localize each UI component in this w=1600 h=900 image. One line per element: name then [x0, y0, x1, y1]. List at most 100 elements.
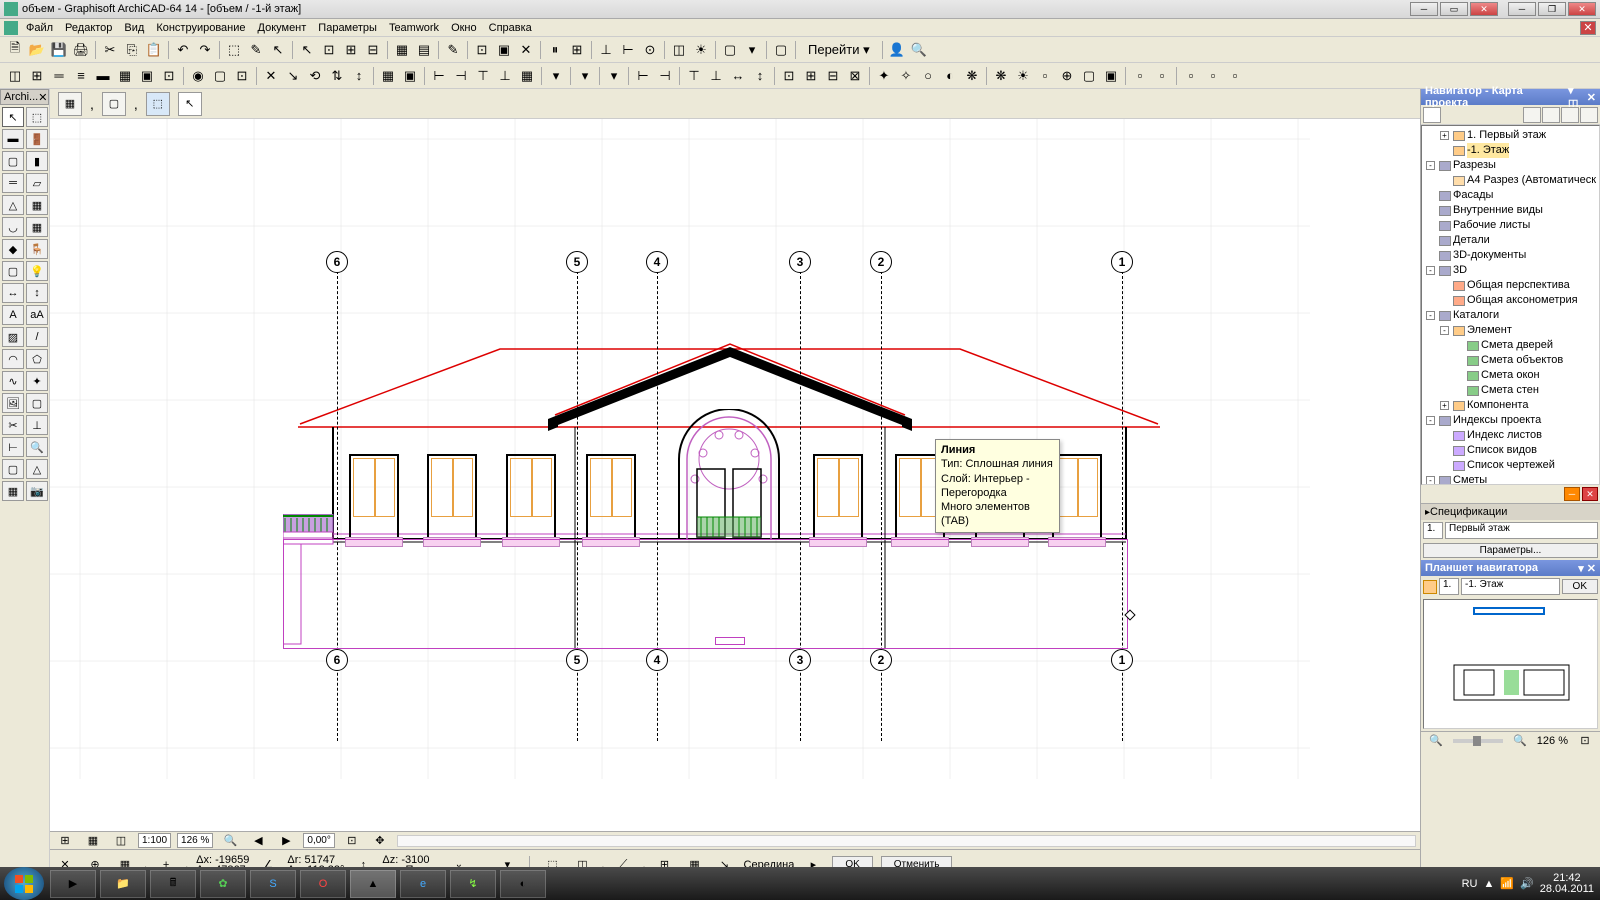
tool-text[interactable]: A — [2, 305, 24, 325]
clock-time[interactable]: 21:42 — [1540, 873, 1594, 884]
tool-spline[interactable]: ∿ — [2, 371, 24, 391]
tool-mesh[interactable]: ▦ — [26, 195, 48, 215]
tool-marquee[interactable]: ⬚ — [26, 107, 48, 127]
grid-icon[interactable]: ▦ — [391, 39, 413, 61]
t44-icon[interactable]: ▫ — [1034, 65, 1056, 87]
paste-icon[interactable]: 📋 — [143, 39, 165, 61]
t40-icon[interactable]: ◐ — [939, 65, 961, 87]
t47-icon[interactable]: ▣ — [1100, 65, 1122, 87]
t5-icon[interactable]: ▬ — [92, 65, 114, 87]
spec-params-button[interactable]: Параметры... — [1423, 543, 1598, 558]
goto-icon[interactable]: Перейти ▾ — [799, 39, 879, 61]
task-app1[interactable]: ↯ — [450, 870, 496, 898]
task-ie[interactable]: e — [400, 870, 446, 898]
snap1-icon[interactable]: ⊡ — [318, 39, 340, 61]
t27-icon[interactable]: ⊢ — [632, 65, 654, 87]
tool-detail[interactable]: 🔍 — [26, 437, 48, 457]
t38-icon[interactable]: ✧ — [895, 65, 917, 87]
tree-item[interactable]: Список видов — [1424, 443, 1597, 458]
tool-beam[interactable]: ═ — [2, 173, 24, 193]
render-icon[interactable]: ☀ — [690, 39, 712, 61]
system-tray[interactable]: RU ▲ 📶 🔊 21:42 28.04.2011 — [1456, 873, 1600, 895]
close-button[interactable]: ✕ — [1470, 2, 1498, 16]
tree-item[interactable]: + 1. Первый этаж — [1424, 128, 1597, 143]
mdi-restore-button[interactable]: ❐ — [1538, 2, 1566, 16]
tool-level[interactable]: ↕ — [26, 283, 48, 303]
tool-object[interactable]: 🪑 — [26, 239, 48, 259]
t45-icon[interactable]: ⊕ — [1056, 65, 1078, 87]
scale-input[interactable]: 1:100 — [138, 833, 171, 848]
tree-item[interactable]: Общая перспектива — [1424, 278, 1597, 293]
t10-icon[interactable]: ▢ — [209, 65, 231, 87]
t3-icon[interactable]: ═ — [48, 65, 70, 87]
find-icon[interactable]: 👤 — [886, 39, 908, 61]
spec-header[interactable]: ▸ Спецификации — [1421, 504, 1600, 520]
sel2-icon[interactable]: ▣ — [493, 39, 515, 61]
t39-icon[interactable]: ○ — [917, 65, 939, 87]
tree-item[interactable]: - Сметы — [1424, 473, 1597, 485]
tree-item[interactable]: Детали — [1424, 233, 1597, 248]
nav-btn-4[interactable] — [1580, 107, 1598, 123]
t8-icon[interactable]: ⊡ — [158, 65, 180, 87]
tree-item[interactable]: 3D-документы — [1424, 248, 1597, 263]
t50-icon[interactable]: ▫ — [1180, 65, 1202, 87]
tree-item[interactable]: Индекс листов — [1424, 428, 1597, 443]
tray-icon[interactable]: ▲ — [1483, 878, 1494, 890]
tool-ie[interactable]: ⊢ — [2, 437, 24, 457]
t2-icon[interactable]: ⊞ — [26, 65, 48, 87]
t31-icon[interactable]: ↔ — [727, 65, 749, 87]
t43-icon[interactable]: ☀ — [1012, 65, 1034, 87]
redo-icon[interactable]: ↷ — [194, 39, 216, 61]
cut-icon[interactable]: ✂ — [99, 39, 121, 61]
t42-icon[interactable]: ❋ — [990, 65, 1012, 87]
t49-icon[interactable]: ▫ — [1151, 65, 1173, 87]
t12-icon[interactable]: ✕ — [260, 65, 282, 87]
mdi-close-x[interactable]: ✕ — [1580, 21, 1596, 35]
task-calc[interactable]: 🖩 — [150, 870, 196, 898]
group-icon[interactable]: ⊞ — [566, 39, 588, 61]
angle-input[interactable]: 0,00° — [303, 833, 334, 848]
t14-icon[interactable]: ⟲ — [304, 65, 326, 87]
task-skype[interactable]: S — [250, 870, 296, 898]
t6-icon[interactable]: ▦ — [114, 65, 136, 87]
t11-icon[interactable]: ⊡ — [231, 65, 253, 87]
tool-wall[interactable]: ▬ — [2, 129, 24, 149]
tree-item[interactable]: -1. Этаж — [1424, 143, 1597, 158]
menu-вид[interactable]: Вид — [118, 20, 150, 36]
t19-icon[interactable]: ⊢ — [428, 65, 450, 87]
tool-worksheet[interactable]: ▢ — [2, 459, 24, 479]
trim-icon[interactable]: ⊥ — [595, 39, 617, 61]
nav-btn-2[interactable] — [1542, 107, 1560, 123]
mdi-minimize-button[interactable]: ─ — [1508, 2, 1536, 16]
t13-icon[interactable]: ↘ — [282, 65, 304, 87]
info-layer[interactable]: ▢ — [102, 92, 126, 116]
tree-item[interactable]: + Компонента — [1424, 398, 1597, 413]
t46-icon[interactable]: ▢ — [1078, 65, 1100, 87]
tool-figure[interactable]: 🖼 — [2, 393, 24, 413]
tree-item[interactable]: - Элемент — [1424, 323, 1597, 338]
t20-icon[interactable]: ⊣ — [450, 65, 472, 87]
org-name[interactable]: -1. Этаж — [1461, 578, 1560, 595]
menu-teamwork[interactable]: Teamwork — [383, 20, 445, 36]
t24-icon[interactable]: ▾ — [545, 65, 567, 87]
tool-hotspot[interactable]: ✦ — [26, 371, 48, 391]
t4-icon[interactable]: ≡ — [70, 65, 92, 87]
sel1-icon[interactable]: ⊡ — [471, 39, 493, 61]
find2-icon[interactable]: 🔍 — [908, 39, 930, 61]
t32-icon[interactable]: ↕ — [749, 65, 771, 87]
t18-icon[interactable]: ▣ — [399, 65, 421, 87]
t1-icon[interactable]: ◫ — [4, 65, 26, 87]
opt1-icon[interactable]: ▢ — [719, 39, 741, 61]
spec-num[interactable]: 1. — [1423, 522, 1443, 539]
navigator-tree[interactable]: + 1. Первый этаж -1. Этаж- Разрезы А4 Ра… — [1421, 125, 1600, 485]
snap2-icon[interactable]: ⊞ — [340, 39, 362, 61]
task-opera[interactable]: O — [300, 870, 346, 898]
menu-документ[interactable]: Документ — [252, 20, 313, 36]
open-icon[interactable]: 📂 — [26, 39, 48, 61]
marquee-icon[interactable]: ⬚ — [223, 39, 245, 61]
tree-item[interactable]: Общая аксонометрия — [1424, 293, 1597, 308]
t29-icon[interactable]: ⊤ — [683, 65, 705, 87]
zoom-slider[interactable] — [1453, 739, 1503, 743]
clock-date[interactable]: 28.04.2011 — [1540, 884, 1594, 895]
layer-icon[interactable]: ▤ — [413, 39, 435, 61]
